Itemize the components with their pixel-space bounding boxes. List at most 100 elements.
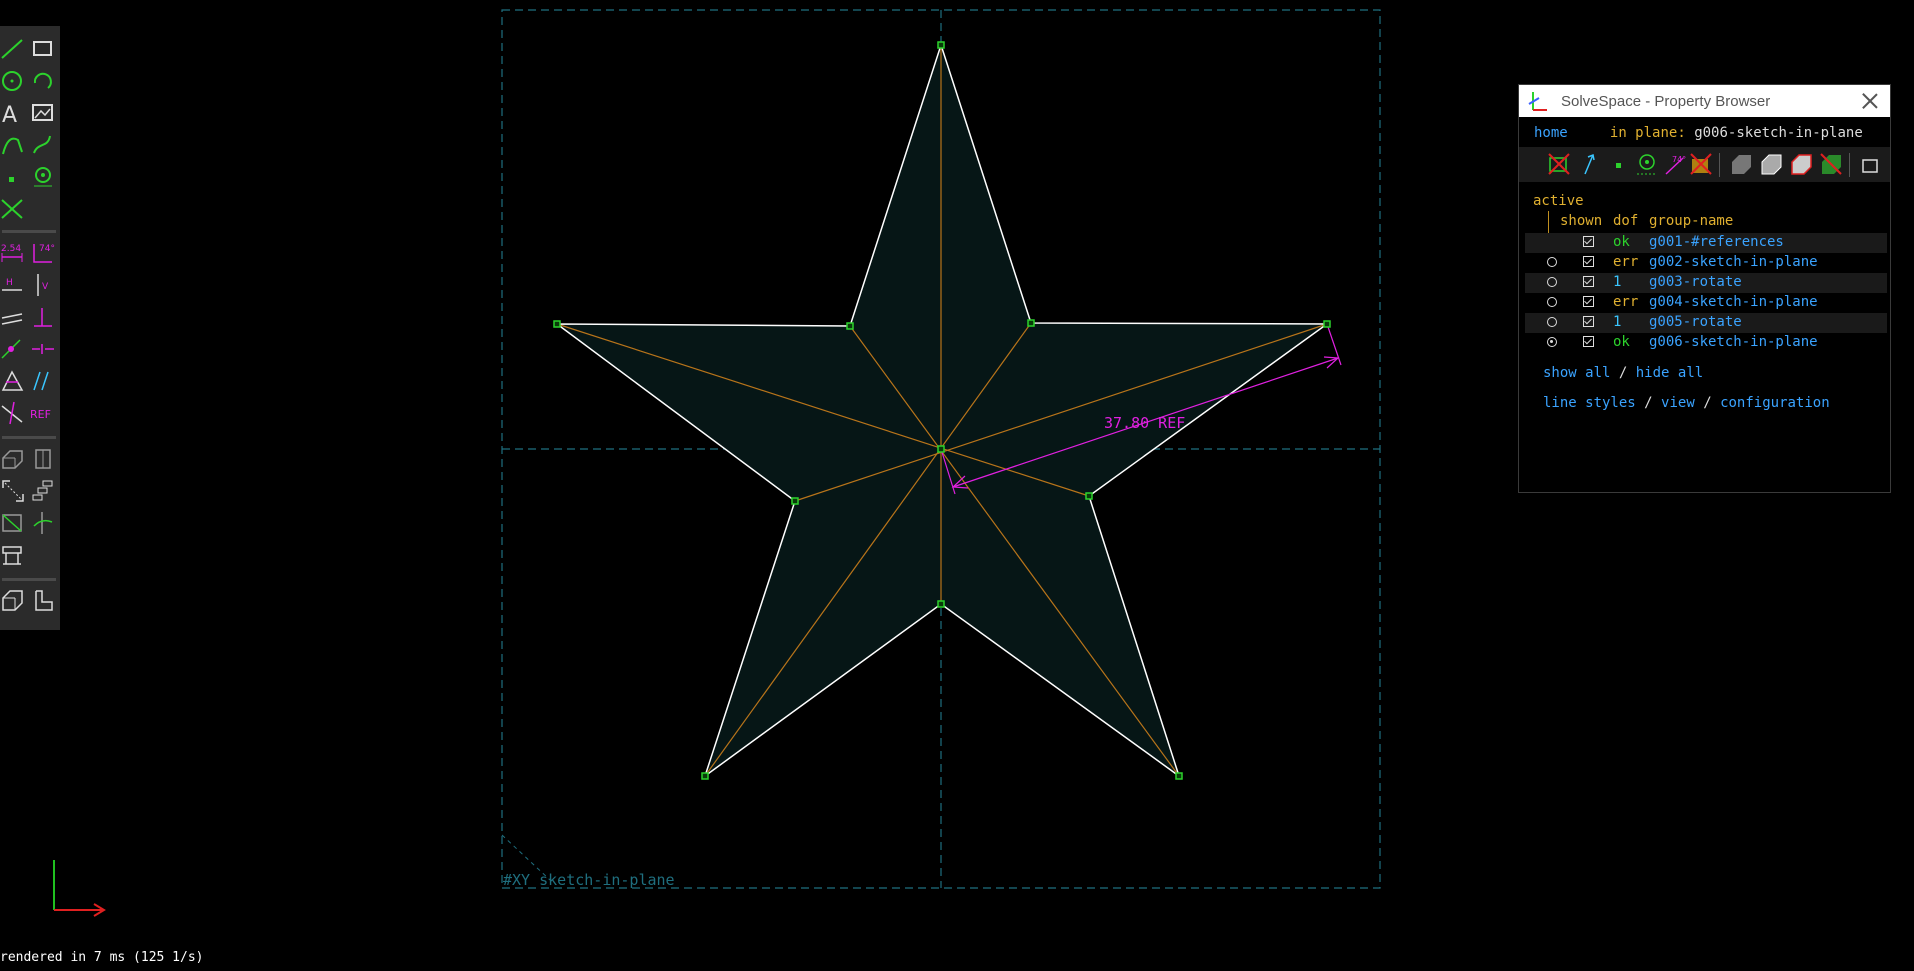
group-name-link[interactable]: g002-sketch-in-plane — [1649, 254, 1818, 270]
helix-icon[interactable] — [0, 510, 26, 536]
shown-checkbox[interactable] — [1583, 316, 1594, 327]
same-orientation-icon[interactable] — [30, 368, 56, 394]
property-browser-titlebar[interactable]: SolveSpace - Property Browser — [1519, 85, 1890, 117]
tool-palette: A 2.54 74° H V REF — [0, 26, 60, 630]
in-plane-label: in plane: — [1609, 125, 1686, 141]
line-styles-link[interactable]: line styles — [1543, 395, 1636, 411]
angle-dim-icon[interactable]: 74° — [30, 240, 56, 266]
shown-checkbox[interactable] — [1583, 336, 1594, 347]
show-hide-links: show all / hide all — [1543, 365, 1703, 381]
group-row[interactable]: ok g006-sketch-in-plane — [1525, 333, 1887, 353]
icon-bar-separator — [1849, 153, 1850, 177]
active-group-radio[interactable] — [1547, 277, 1557, 287]
dimension-label[interactable]: 37.80 REF — [1104, 414, 1185, 432]
visibility-icon-bar: 74° — [1519, 147, 1890, 182]
show-hidden-icon[interactable] — [1859, 152, 1883, 176]
group-row[interactable]: 1 g005-rotate — [1525, 313, 1887, 333]
step-translate-icon[interactable] — [0, 478, 26, 504]
horizontal-icon[interactable]: H — [0, 272, 26, 298]
image-icon[interactable] — [30, 100, 56, 126]
perpendicular-icon[interactable] — [30, 304, 56, 330]
distance-dim-icon[interactable]: 2.54 — [0, 240, 26, 266]
toolbar-separator — [2, 230, 56, 233]
show-points-icon[interactable] — [1607, 152, 1631, 176]
nearest-ortho-icon[interactable] — [30, 588, 56, 614]
show-shaded-icon[interactable] — [1729, 152, 1753, 176]
shown-checkbox[interactable] — [1583, 296, 1594, 307]
toolbar-separator — [2, 578, 56, 581]
tangent-arc-icon[interactable] — [0, 132, 26, 158]
text-icon[interactable]: A — [0, 100, 26, 126]
equal-icon[interactable] — [0, 368, 26, 394]
workplane-icon[interactable] — [30, 164, 56, 190]
lathe-icon[interactable] — [30, 446, 56, 472]
dof-status: ok — [1613, 334, 1630, 350]
sketch-plane-icon[interactable] — [0, 542, 26, 568]
show-workplanes-icon[interactable] — [1547, 152, 1571, 176]
show-mesh-icon[interactable] — [1819, 152, 1843, 176]
settings-links: line styles / view / configuration — [1543, 395, 1830, 411]
point-on-line-icon[interactable] — [0, 336, 26, 362]
revolve-icon[interactable] — [30, 510, 56, 536]
rectangle-icon[interactable] — [30, 36, 56, 62]
svg-text:2.54: 2.54 — [1, 244, 21, 254]
vertical-icon[interactable]: V — [30, 272, 56, 298]
active-group-radio[interactable] — [1547, 297, 1557, 307]
group-name-link[interactable]: g006-sketch-in-plane — [1649, 334, 1818, 350]
circle-icon[interactable] — [0, 68, 26, 94]
link-separator: / — [1703, 395, 1712, 411]
show-faces-icon[interactable] — [1689, 152, 1713, 176]
dof-status: err — [1613, 254, 1639, 270]
group-row[interactable]: err g002-sketch-in-plane — [1525, 253, 1887, 273]
col-active: active — [1533, 193, 1584, 209]
reference-icon[interactable]: REF — [30, 400, 56, 426]
configuration-link[interactable]: configuration — [1720, 395, 1830, 411]
active-group-radio[interactable] — [1547, 317, 1557, 327]
symmetric-icon[interactable] — [30, 336, 56, 362]
show-outline-icon[interactable] — [1789, 152, 1813, 176]
nav-bar: home in plane: g006-sketch-in-plane — [1534, 125, 1863, 141]
link-separator: / — [1644, 395, 1653, 411]
other-angle-icon[interactable] — [0, 400, 26, 426]
show-constraints-icon[interactable]: 74° — [1663, 152, 1687, 176]
axis-triad-icon — [53, 860, 106, 917]
step-rotate-icon[interactable] — [30, 478, 56, 504]
group-name-link[interactable]: g005-rotate — [1649, 314, 1742, 330]
link-separator: / — [1618, 365, 1628, 381]
line-icon[interactable] — [0, 36, 26, 62]
group-row[interactable]: 1 g003-rotate — [1525, 273, 1887, 293]
home-link[interactable]: home — [1534, 125, 1568, 141]
point-icon[interactable] — [0, 164, 26, 190]
svg-text:V: V — [42, 282, 49, 292]
nearest-iso-icon[interactable] — [0, 588, 26, 614]
active-group-radio[interactable] — [1547, 257, 1557, 267]
arc-icon[interactable] — [30, 68, 56, 94]
extrude-icon[interactable] — [0, 446, 26, 472]
group-name-link[interactable]: g003-rotate — [1649, 274, 1742, 290]
parallel-icon[interactable] — [0, 304, 26, 330]
property-browser-window: SolveSpace - Property Browser home in pl… — [1518, 84, 1891, 493]
group-name-link[interactable]: g001-#references — [1649, 234, 1784, 250]
icon-bar-separator — [1719, 153, 1720, 177]
shown-checkbox[interactable] — [1583, 256, 1594, 267]
dof-status: 1 — [1613, 314, 1622, 330]
bezier-icon[interactable] — [30, 132, 56, 158]
show-edges-icon[interactable] — [1759, 152, 1783, 176]
dof-status: 1 — [1613, 274, 1622, 290]
shown-checkbox[interactable] — [1583, 276, 1594, 287]
group-row[interactable]: ok g001-#references — [1525, 233, 1887, 253]
solvespace-logo-icon — [1528, 92, 1547, 111]
close-icon[interactable] — [1862, 93, 1878, 109]
show-construction-icon[interactable] — [1635, 152, 1659, 176]
workplane-label: #XY sketch-in-plane — [503, 871, 675, 889]
active-group-radio[interactable] — [1547, 337, 1557, 347]
view-link[interactable]: view — [1661, 395, 1695, 411]
group-row[interactable]: err g004-sketch-in-plane — [1525, 293, 1887, 313]
shown-checkbox[interactable] — [1583, 236, 1594, 247]
split-icon[interactable] — [0, 196, 26, 222]
show-normals-icon[interactable] — [1577, 152, 1601, 176]
svg-text:REF: REF — [30, 408, 51, 421]
show-all-link[interactable]: show all — [1543, 365, 1610, 381]
hide-all-link[interactable]: hide all — [1636, 365, 1703, 381]
group-name-link[interactable]: g004-sketch-in-plane — [1649, 294, 1818, 310]
